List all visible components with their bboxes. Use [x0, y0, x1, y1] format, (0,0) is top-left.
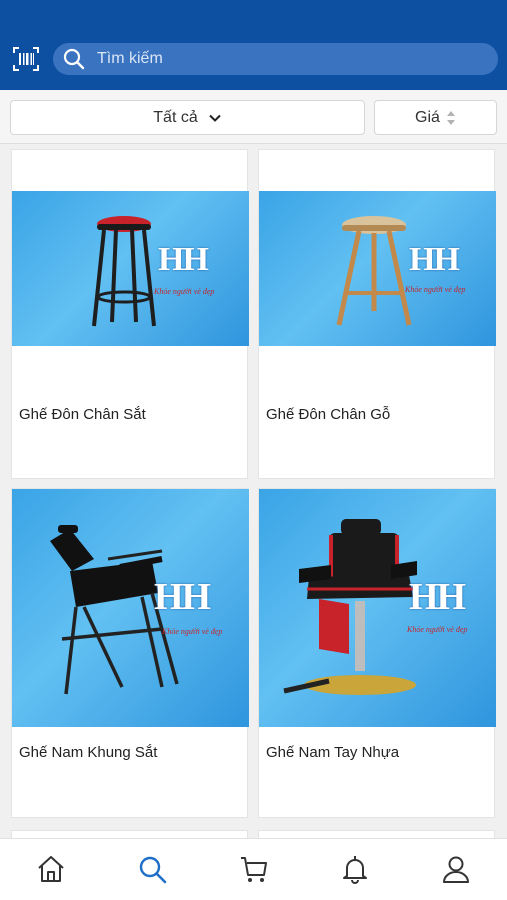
category-filter-label: Tất cả: [153, 108, 198, 126]
product-image: HH Khỏe người vẻ đẹp: [259, 489, 496, 727]
search-input[interactable]: [97, 50, 477, 68]
tab-search[interactable]: [136, 853, 168, 885]
filter-bar: Tất cả Giá: [0, 90, 507, 144]
product-card[interactable]: [258, 830, 495, 838]
product-grid: HH Khỏe người vẻ đẹp Ghế Đôn Chân Sắt HH…: [0, 145, 507, 838]
price-sort-button[interactable]: Giá: [374, 100, 497, 135]
barcode-scan-icon[interactable]: [12, 45, 40, 73]
tab-profile[interactable]: [440, 853, 472, 885]
wooden-stool-image: [336, 216, 412, 326]
product-card[interactable]: HH Khỏe người vẻ đẹp Ghế Đôn Chân Sắt: [11, 149, 249, 479]
tab-home[interactable]: [35, 853, 67, 885]
chevron-down-icon: [209, 114, 221, 122]
product-image: HH Khỏe người vẻ đẹp: [12, 489, 249, 727]
tab-cart[interactable]: [238, 853, 270, 885]
product-name: Ghế Nam Khung Sắt: [19, 744, 158, 761]
sort-arrows-icon: [446, 110, 455, 125]
tab-notifications[interactable]: [339, 853, 371, 885]
brand-watermark-logo: HH: [409, 576, 466, 618]
product-card[interactable]: HH Khỏe người vẻ đẹp Ghế Đôn Chân Gỗ: [258, 149, 496, 479]
brand-watermark-tagline: Khỏe người vẻ đẹp: [405, 285, 466, 294]
iron-stool-image: [92, 216, 156, 327]
bottom-tab-bar: [0, 838, 507, 900]
brand-watermark-logo: HH: [154, 576, 211, 618]
brand-watermark-logo: HH: [158, 241, 209, 278]
product-image: HH Khỏe người vẻ đẹp: [12, 191, 249, 346]
product-card[interactable]: [11, 830, 248, 838]
app-header: [0, 0, 507, 90]
product-card[interactable]: HH Khỏe người vẻ đẹp Ghế Nam Tay Nhựa: [258, 488, 496, 818]
brand-watermark-logo: HH: [409, 241, 460, 278]
search-bar[interactable]: [53, 43, 498, 75]
iron-frame-chair-image: [50, 525, 179, 695]
brand-watermark-tagline: Khỏe người vẻ đẹp: [162, 627, 223, 636]
product-card[interactable]: HH Khỏe người vẻ đẹp Ghế Nam Khung Sắt: [11, 488, 249, 818]
search-icon: [139, 856, 167, 884]
price-sort-label: Giá: [415, 108, 440, 126]
product-image: HH Khỏe người vẻ đẹp: [259, 191, 496, 346]
search-icon: [63, 48, 85, 70]
brand-watermark-tagline: Khỏe người vẻ đẹp: [154, 287, 215, 296]
category-filter-dropdown[interactable]: Tất cả: [10, 100, 365, 135]
user-icon: [443, 856, 469, 883]
product-name: Ghế Nam Tay Nhựa: [266, 744, 400, 761]
bell-icon: [343, 856, 367, 884]
product-name: Ghế Đôn Chân Gỗ: [266, 406, 391, 423]
home-icon: [38, 856, 64, 882]
cart-icon: [241, 857, 267, 882]
product-name: Ghế Đôn Chân Sắt: [19, 406, 146, 423]
brand-watermark-tagline: Khỏe người vẻ đẹp: [407, 625, 468, 634]
